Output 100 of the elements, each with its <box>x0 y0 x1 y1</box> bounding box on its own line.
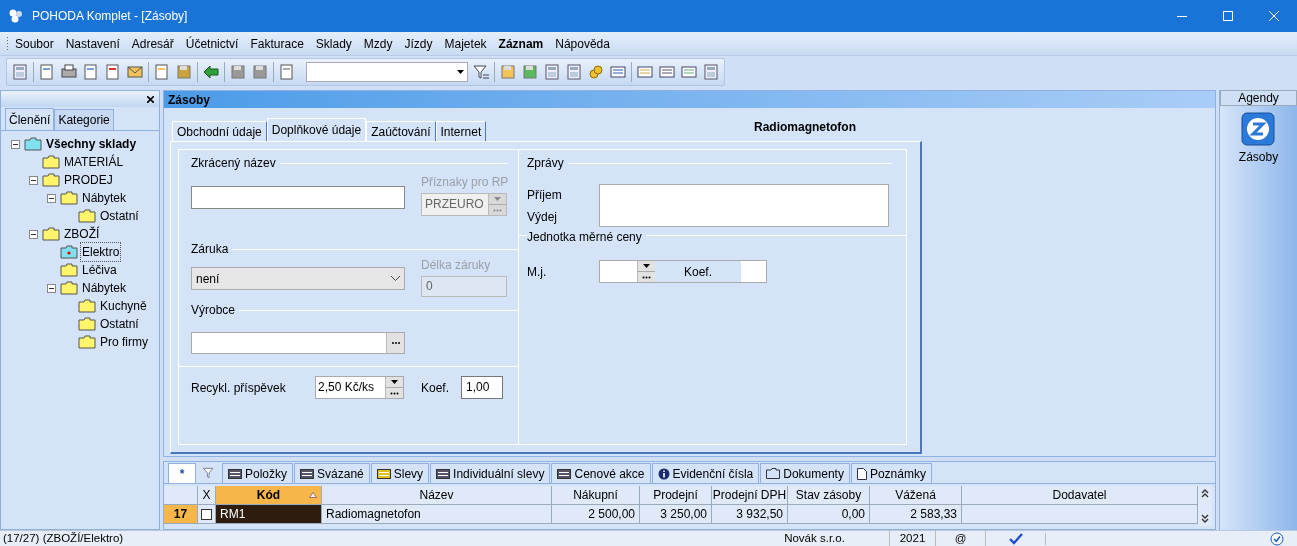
picker-button[interactable] <box>637 261 655 282</box>
column-header[interactable]: Název <box>322 486 552 504</box>
list-icon[interactable] <box>658 63 676 81</box>
detail-tab[interactable]: Cenové akce <box>551 463 651 483</box>
list-icon[interactable] <box>680 63 698 81</box>
collapse-icon[interactable] <box>47 283 56 293</box>
menu-item[interactable]: Nápověda <box>549 34 616 53</box>
recycling-fee-field[interactable]: 2,50 Kč/ks <box>315 376 404 399</box>
new-document-icon[interactable] <box>153 63 171 81</box>
column-header[interactable]: Stav zásoby <box>788 486 870 504</box>
collapse-icon[interactable] <box>29 229 38 239</box>
collapse-icon[interactable] <box>29 175 38 185</box>
back-arrow-icon[interactable] <box>202 63 220 81</box>
detail-tab[interactable]: * <box>168 463 196 483</box>
table-icon[interactable] <box>300 468 315 479</box>
tree-item[interactable]: Ostatní <box>99 207 140 225</box>
column-header[interactable]: Kód <box>216 486 322 504</box>
detail-tab[interactable]: Evidenční čísla <box>651 463 760 483</box>
list-icon[interactable] <box>636 63 654 81</box>
manufacturer-field[interactable] <box>191 332 405 354</box>
menu-item[interactable]: Adresář <box>125 34 180 53</box>
detail-tab[interactable]: Položky <box>222 463 294 483</box>
tree-item[interactable]: Nábytek <box>81 279 128 297</box>
ellipsis-icon[interactable] <box>390 391 399 395</box>
ellipsis-icon[interactable] <box>642 275 651 279</box>
detail-tab[interactable]: Individuální slevy <box>430 463 551 483</box>
column-header[interactable]: Prodejní <box>640 486 712 504</box>
menu-item[interactable]: Majetek <box>438 34 493 53</box>
unit-field[interactable]: Koef. <box>599 260 767 283</box>
row-checkbox[interactable] <box>201 508 212 520</box>
messages-field[interactable] <box>599 184 889 227</box>
calculator-icon[interactable] <box>565 63 583 81</box>
maximize-icon[interactable] <box>1223 11 1233 21</box>
coefficient-field[interactable]: 1,00 <box>461 376 504 399</box>
scrollbar[interactable] <box>1198 486 1212 526</box>
collapse-icon[interactable] <box>11 139 20 149</box>
form-tab[interactable]: Obchodní údaje <box>172 121 267 141</box>
collapse-icon[interactable] <box>47 193 56 203</box>
column-header[interactable]: Prodejní DPH <box>712 486 788 504</box>
scroll-up-icon[interactable] <box>1201 488 1209 498</box>
filter-icon[interactable] <box>472 63 490 81</box>
column-header[interactable]: Nákupní <box>552 486 640 504</box>
table-icon[interactable] <box>557 468 572 479</box>
tree-item[interactable]: Nábytek <box>81 189 128 207</box>
tree-item[interactable]: ZBOŽÍ <box>63 225 101 243</box>
menu-item[interactable]: Jízdy <box>398 34 439 53</box>
group-title: Zprávy <box>527 155 564 172</box>
search-combo-field[interactable] <box>306 62 468 82</box>
form-tab[interactable]: Doplňkové údaje <box>266 118 367 141</box>
short-name-field[interactable] <box>191 186 405 209</box>
menu-item[interactable]: Účetnictví <box>179 34 245 53</box>
detail-tab[interactable]: Poznámky <box>850 463 932 483</box>
agenda-logo-icon[interactable] <box>1241 112 1276 146</box>
detail-tab[interactable]: Dokumenty <box>760 463 850 483</box>
sidebar-tab[interactable]: Kategorie <box>54 109 114 130</box>
filter-icon[interactable] <box>202 466 216 480</box>
form-tab[interactable]: Internet <box>435 121 487 141</box>
agenda-item[interactable]: Zásoby <box>1238 112 1279 166</box>
detail-tab[interactable]: Slevy <box>370 463 430 483</box>
minimize-icon[interactable] <box>1177 15 1187 17</box>
tree-item[interactable]: Léčiva <box>81 261 118 279</box>
menu-item[interactable]: Fakturace <box>244 34 310 53</box>
calculator-icon[interactable] <box>543 63 561 81</box>
tree-item[interactable]: Všechny sklady <box>45 135 138 153</box>
info-icon[interactable] <box>657 467 670 480</box>
table-icon[interactable] <box>228 468 242 479</box>
save-icon[interactable] <box>229 63 247 81</box>
checkmark-icon <box>1008 532 1023 545</box>
detail-tab[interactable]: Svázané <box>294 463 370 483</box>
menu-item[interactable]: Mzdy <box>357 34 399 53</box>
warranty-dropdown[interactable]: není <box>191 267 405 290</box>
mail-icon[interactable] <box>126 63 144 81</box>
page-icon[interactable] <box>856 467 867 480</box>
save-icon[interactable] <box>251 63 269 81</box>
coins-icon[interactable] <box>587 63 605 81</box>
tree-item[interactable]: Elektro <box>81 243 121 261</box>
tree-item[interactable]: Ostatní <box>99 315 140 333</box>
tree-item[interactable]: Kuchyně <box>99 297 148 315</box>
menu-item[interactable]: Soubor <box>9 34 60 53</box>
table-icon[interactable] <box>436 468 451 479</box>
dropdown-arrow-icon[interactable] <box>457 70 464 74</box>
menu-item[interactable]: Nastavení <box>59 34 126 53</box>
tree-item[interactable]: Pro firmy <box>99 333 149 351</box>
menu-item[interactable]: Sklady <box>309 34 358 53</box>
dropdown-arrow-icon[interactable] <box>391 380 398 384</box>
ellipsis-icon[interactable] <box>390 341 401 345</box>
picker-button[interactable] <box>385 377 403 398</box>
close-button[interactable] <box>145 94 155 104</box>
print-icon[interactable] <box>60 63 78 81</box>
chevron-down-icon[interactable] <box>391 276 400 281</box>
dropdown-arrow-icon[interactable] <box>643 264 650 268</box>
table-icon[interactable] <box>376 468 391 479</box>
column-header[interactable]: Vážená <box>870 486 962 504</box>
tree-item[interactable]: MATERIÁL <box>63 153 125 171</box>
close-icon[interactable] <box>1269 11 1279 21</box>
sidebar-tab[interactable]: Členění <box>5 108 55 130</box>
menu-item[interactable]: Záznam <box>492 34 550 53</box>
scroll-down-icon[interactable] <box>1201 514 1209 524</box>
tree-item[interactable]: PRODEJ <box>63 171 114 189</box>
form-tab[interactable]: Zaúčtování <box>366 121 436 141</box>
